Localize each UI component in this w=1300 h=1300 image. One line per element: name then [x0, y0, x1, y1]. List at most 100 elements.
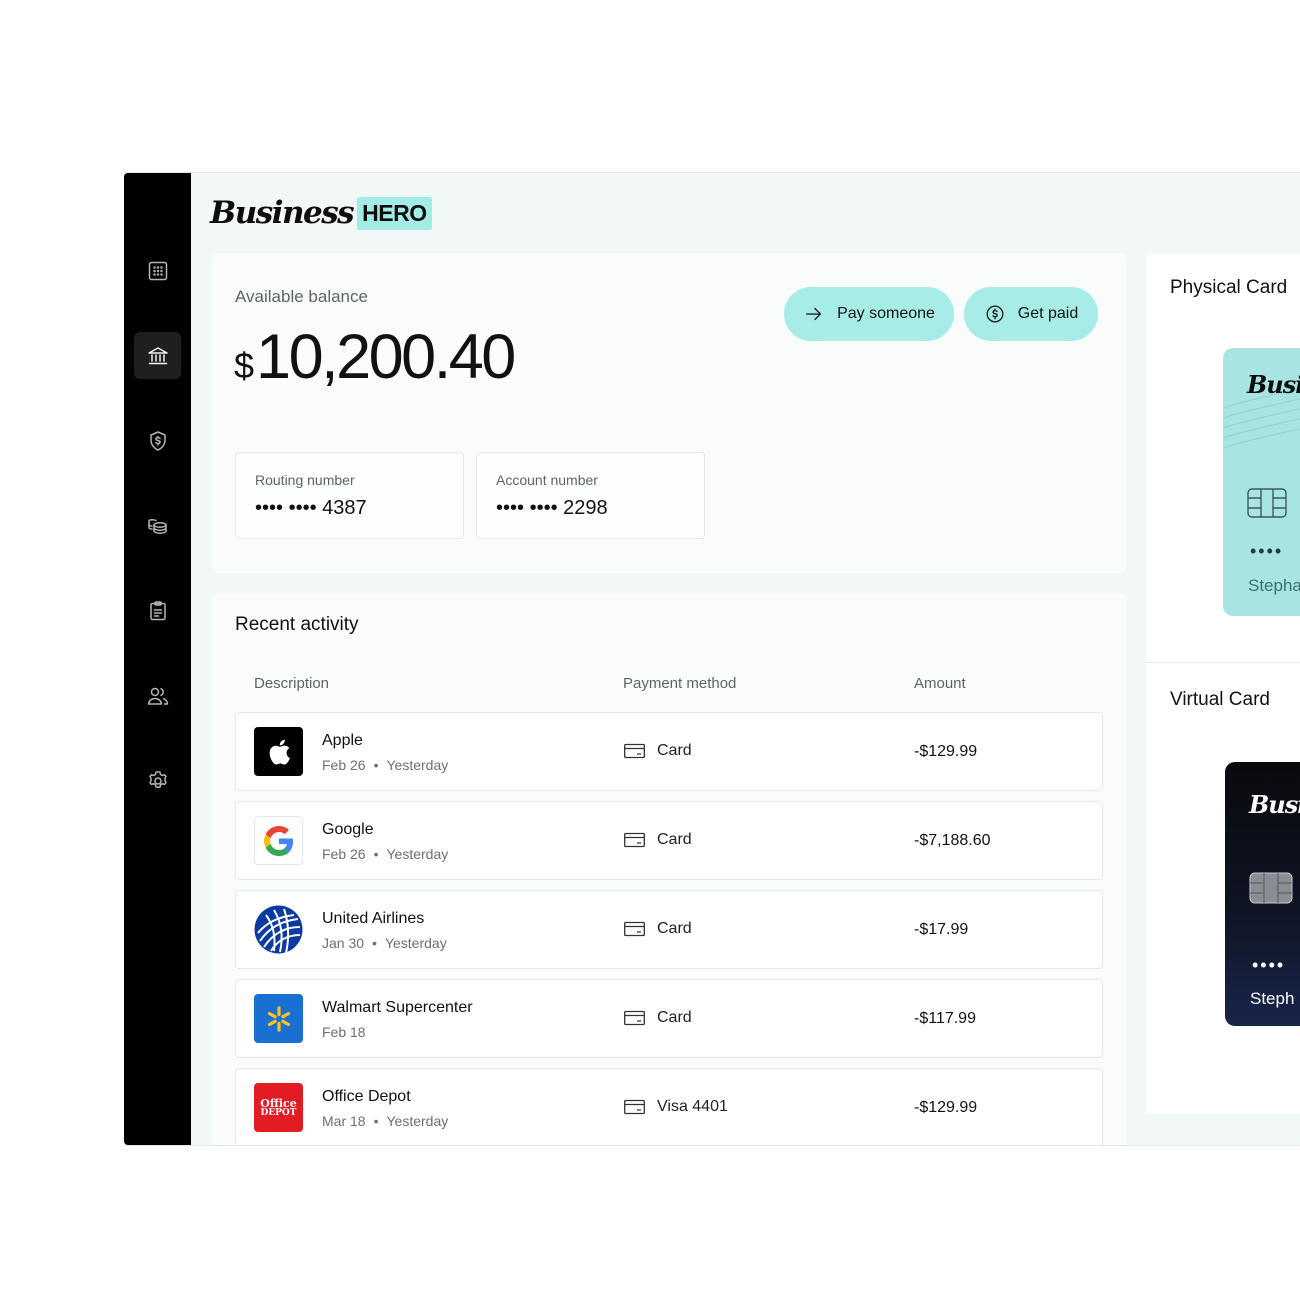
walmart-logo: [254, 994, 303, 1043]
united-logo: [254, 905, 303, 954]
payment-method-label: Card: [657, 920, 692, 937]
column-header-amount: Amount: [914, 675, 966, 692]
card-holder-name: Steph: [1250, 989, 1295, 1008]
card-brand: Busin: [1247, 370, 1300, 399]
routing-number-box[interactable]: Routing number •••• •••• 4387: [235, 452, 464, 539]
app-window: Business HERO Available balance $ 10,200…: [124, 172, 1300, 1146]
card-number-dots: ••••: [1250, 541, 1284, 561]
account-number-value: •••• •••• 2298: [496, 497, 608, 519]
chip-icon: [1249, 872, 1293, 904]
payment-method: Card: [624, 920, 692, 938]
account-number-box[interactable]: Account number •••• •••• 2298: [476, 452, 705, 539]
relative-date: Yesterday: [386, 1113, 449, 1129]
pay-someone-label: Pay someone: [837, 305, 935, 322]
transaction-date: Mar 18 • Yesterday: [322, 1113, 448, 1129]
shield-dollar-icon: [149, 430, 166, 451]
sidebar-item-security[interactable]: [134, 417, 181, 464]
payment-method: Card: [624, 742, 692, 760]
users-icon: [147, 687, 168, 705]
column-header-description: Description: [254, 675, 330, 692]
recent-activity-panel: Recent activity Description Payment meth…: [212, 593, 1126, 1145]
transaction-amount: -$117.99: [914, 1010, 976, 1027]
card-icon: [624, 921, 645, 937]
card-icon: [624, 1099, 645, 1115]
logo-badge: HERO: [357, 196, 432, 230]
column-header-payment-method: Payment method: [623, 675, 737, 692]
grid-icon: [148, 261, 167, 280]
table-row[interactable]: Apple Feb 26 • Yesterday Card -$129.99: [235, 712, 1103, 791]
clipboard-icon: [149, 600, 166, 620]
transaction-date: Feb 26 • Yesterday: [322, 757, 448, 773]
table-row[interactable]: United Airlines Jan 30 • Yesterday Card -$…: [235, 890, 1103, 969]
payment-method-label: Card: [657, 742, 692, 759]
card-wave-pattern: [1223, 388, 1300, 449]
cards-panel: Physical Card Busin •••• Stepha Virtual …: [1146, 253, 1300, 1114]
card-brand: Busin: [1249, 790, 1300, 819]
transaction-date: Jan 30 • Yesterday: [322, 935, 447, 951]
table-row[interactable]: Walmart Supercenter Feb 18 Card -$117.99: [235, 979, 1103, 1058]
transaction-amount: -$129.99: [914, 743, 978, 760]
separator-dot: •: [373, 1113, 379, 1129]
get-paid-label: Get paid: [1017, 305, 1079, 322]
sidebar-item-banking[interactable]: [134, 332, 181, 379]
transaction-amount: -$7,188.60: [914, 832, 991, 849]
bank-icon: [147, 346, 168, 364]
transaction-amount: -$17.99: [914, 921, 969, 938]
payment-method-label: Card: [657, 1009, 692, 1026]
merchant-name: Office Depot: [322, 1088, 411, 1105]
app-logo[interactable]: Business HERO: [210, 195, 432, 231]
payment-method: Visa 4401: [624, 1098, 728, 1116]
merchant-name: Walmart Supercenter: [322, 999, 473, 1016]
relative-date: Yesterday: [384, 935, 447, 951]
google-logo: [254, 816, 303, 865]
date-text: Feb 26: [322, 757, 366, 773]
coins-icon: [147, 518, 167, 534]
balance-label: Available balance: [235, 287, 368, 306]
arrow-right-icon: [806, 307, 822, 321]
merchant-name: Google: [322, 821, 374, 838]
card-icon: [624, 1010, 645, 1026]
office-depot-logo: Office DEPOT: [254, 1083, 303, 1132]
virtual-card[interactable]: Busin •••• Steph: [1225, 762, 1300, 1026]
currency-symbol: $: [234, 345, 255, 386]
date-text: Jan 30: [322, 935, 365, 951]
card-icon: [624, 832, 645, 848]
logo-text: Office: [260, 1096, 297, 1110]
balance-amount: $ 10,200.40: [234, 321, 516, 393]
logo-text: DEPOT: [260, 1107, 297, 1118]
card-holder-name: Stepha: [1248, 576, 1300, 595]
routing-number-value: •••• •••• 4387: [255, 497, 367, 519]
apple-logo: [254, 727, 303, 776]
sidebar-item-reports[interactable]: [134, 587, 181, 634]
merchant-name: Apple: [322, 732, 363, 749]
payment-method: Card: [624, 1009, 692, 1027]
divider: [1146, 662, 1300, 663]
dollar-circle-icon: [986, 305, 1004, 323]
transaction-date: Feb 26 • Yesterday: [322, 846, 448, 862]
pay-someone-button[interactable]: Pay someone: [784, 287, 954, 341]
sidebar-item-funds[interactable]: [134, 502, 181, 549]
gear-icon: [148, 770, 167, 788]
card-number-dots: ••••: [1252, 955, 1286, 975]
separator-dot: •: [373, 757, 379, 773]
separator-dot: •: [373, 846, 379, 862]
routing-number-label: Routing number: [255, 472, 355, 488]
transaction-amount: -$129.99: [914, 1099, 978, 1116]
card-icon: [624, 743, 645, 759]
date-text: Feb 26: [322, 846, 366, 862]
table-row[interactable]: Google Feb 26 • Yesterday Card -$7,188.60: [235, 801, 1103, 880]
table-row[interactable]: Office DEPOT Office Depot Mar 18 • Yesterd…: [235, 1068, 1103, 1145]
sidebar-item-settings[interactable]: [134, 757, 181, 804]
sidebar-item-team[interactable]: [134, 672, 181, 719]
physical-card[interactable]: Busin •••• Stepha: [1223, 348, 1300, 616]
sidebar: [124, 173, 191, 1145]
virtual-card-title: Virtual Card: [1170, 689, 1270, 710]
separator-dot: •: [372, 935, 377, 951]
relative-date: Yesterday: [386, 757, 449, 773]
sidebar-item-dashboard[interactable]: [134, 247, 181, 294]
get-paid-button[interactable]: Get paid: [964, 287, 1098, 341]
relative-date: Yesterday: [386, 846, 449, 862]
balance-panel: Available balance $ 10,200.40 Pay someon…: [212, 253, 1126, 573]
date-text: Mar 18: [322, 1113, 366, 1129]
recent-activity-title: Recent activity: [235, 614, 359, 635]
